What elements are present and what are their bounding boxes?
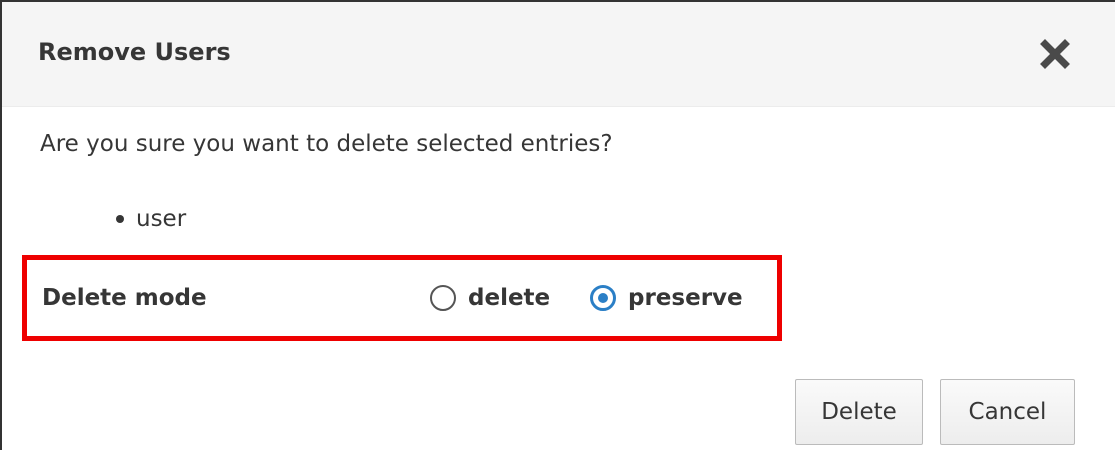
radio-label-delete: delete xyxy=(468,285,551,311)
radio-option-preserve[interactable]: preserve xyxy=(590,281,743,315)
bullet-icon xyxy=(116,215,124,223)
delete-button[interactable]: Delete xyxy=(795,379,923,445)
radio-dot-icon xyxy=(598,293,608,303)
radio-unchecked-icon[interactable] xyxy=(430,285,456,311)
dialog-title: Remove Users xyxy=(38,38,231,66)
dialog-header: Remove Users xyxy=(2,2,1115,107)
remove-users-dialog: Remove Users Are you sure you want to de… xyxy=(0,0,1115,450)
entry-label: user xyxy=(136,206,187,232)
radio-checked-icon[interactable] xyxy=(590,285,616,311)
list-item: user xyxy=(116,203,186,235)
confirm-question: Are you sure you want to delete selected… xyxy=(40,131,613,157)
radio-option-delete[interactable]: delete xyxy=(430,281,550,315)
close-icon[interactable] xyxy=(1033,32,1077,76)
entry-list: user xyxy=(116,203,186,235)
radio-label-preserve: preserve xyxy=(628,285,743,311)
delete-mode-label: Delete mode xyxy=(42,285,207,311)
cancel-button[interactable]: Cancel xyxy=(940,379,1075,445)
